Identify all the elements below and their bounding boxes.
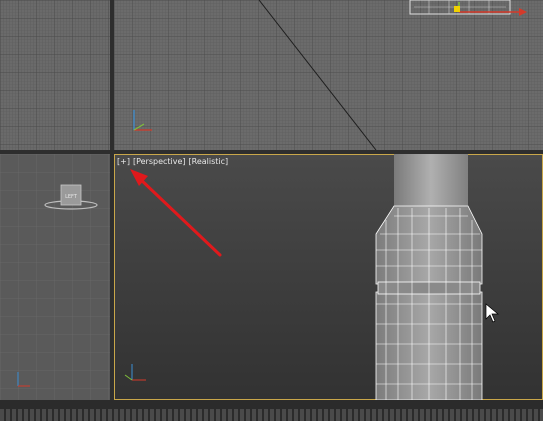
viewport-perspective[interactable]: [+] [Perspective] [Realistic] [114,154,543,400]
timeline-track-bar[interactable] [0,400,543,421]
red-arrow-icon [130,169,222,257]
cylinder-mesh[interactable] [375,154,483,400]
view-cube-face-label: LEFT [65,194,78,200]
axis-tripod-icon [124,364,146,381]
top-right-grid [114,0,543,150]
mouse-pointer-icon [485,303,499,323]
perspective-scene [124,154,499,400]
viewport-top-right[interactable] [114,0,543,150]
left-grid: LEFT [0,154,110,400]
viewport-left[interactable]: LEFT [0,154,110,400]
viewport-top-left[interactable] [0,0,110,150]
timeline-ticks [0,409,543,421]
top-left-grid [0,0,110,150]
